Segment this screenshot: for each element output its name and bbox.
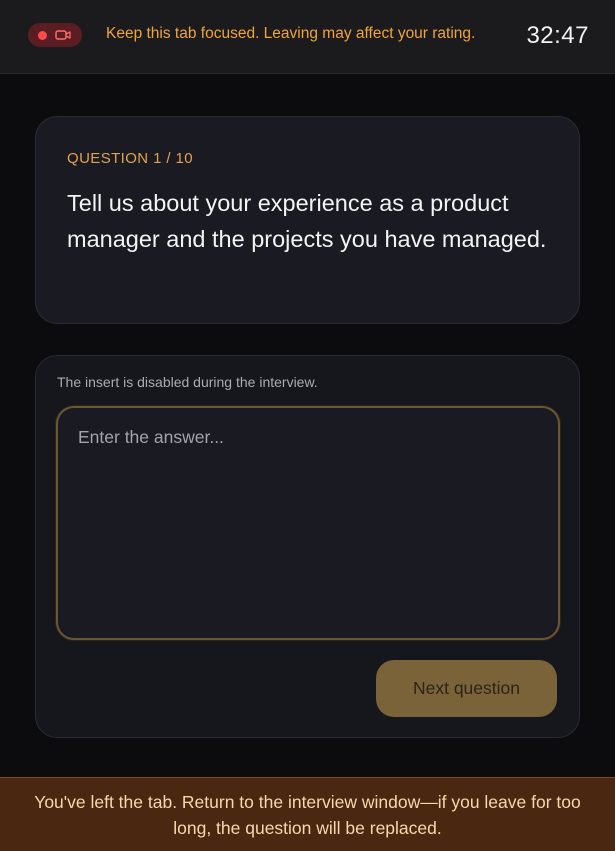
left-tab-warning-banner: You've left the tab. Return to the inter… [0, 777, 615, 851]
top-bar: Keep this tab focused. Leaving may affec… [0, 0, 615, 74]
paste-disabled-note: The insert is disabled during the interv… [57, 374, 318, 390]
next-question-button[interactable]: Next question [376, 660, 557, 717]
countdown-timer: 32:47 [526, 22, 589, 49]
answer-input[interactable] [56, 406, 560, 640]
answer-card: The insert is disabled during the interv… [35, 355, 580, 738]
warning-text: You've left the tab. Return to the inter… [34, 791, 581, 838]
focus-warning-text: Keep this tab focused. Leaving may affec… [106, 25, 476, 42]
question-counter: QUESTION 1 / 10 [67, 150, 194, 167]
question-text: Tell us about your experience as a produ… [67, 190, 547, 252]
recording-indicator [28, 23, 82, 47]
record-dot-icon [38, 30, 47, 40]
camera-icon [55, 30, 71, 40]
question-card: QUESTION 1 / 10 Tell us about your exper… [35, 116, 580, 324]
